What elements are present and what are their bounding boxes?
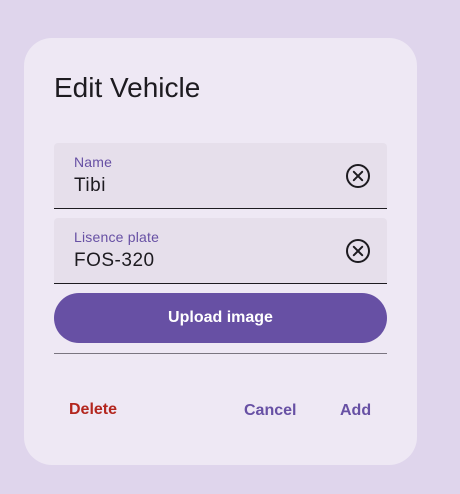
dialog-title: Edit Vehicle (54, 72, 201, 103)
cancel-button[interactable]: Cancel (244, 400, 296, 422)
license-plate-field-label: Lisence plate (74, 229, 160, 245)
license-plate-field[interactable]: Lisence plate FOS-320 (54, 218, 387, 284)
clear-license-plate-icon[interactable] (345, 238, 371, 264)
upload-image-label: Upload image (168, 309, 273, 326)
upload-image-button[interactable]: Upload image (54, 293, 387, 343)
license-plate-field-value[interactable]: FOS-320 (74, 250, 155, 272)
name-field-label: Name (74, 154, 113, 170)
edit-vehicle-dialog: Edit Vehicle Name Tibi Lisence plate FOS… (24, 38, 417, 465)
divider (54, 353, 387, 354)
name-field-value[interactable]: Tibi (74, 175, 106, 197)
add-button[interactable]: Add (340, 400, 371, 422)
clear-name-icon[interactable] (345, 163, 371, 189)
name-field[interactable]: Name Tibi (54, 143, 387, 209)
delete-button[interactable]: Delete (69, 399, 117, 421)
